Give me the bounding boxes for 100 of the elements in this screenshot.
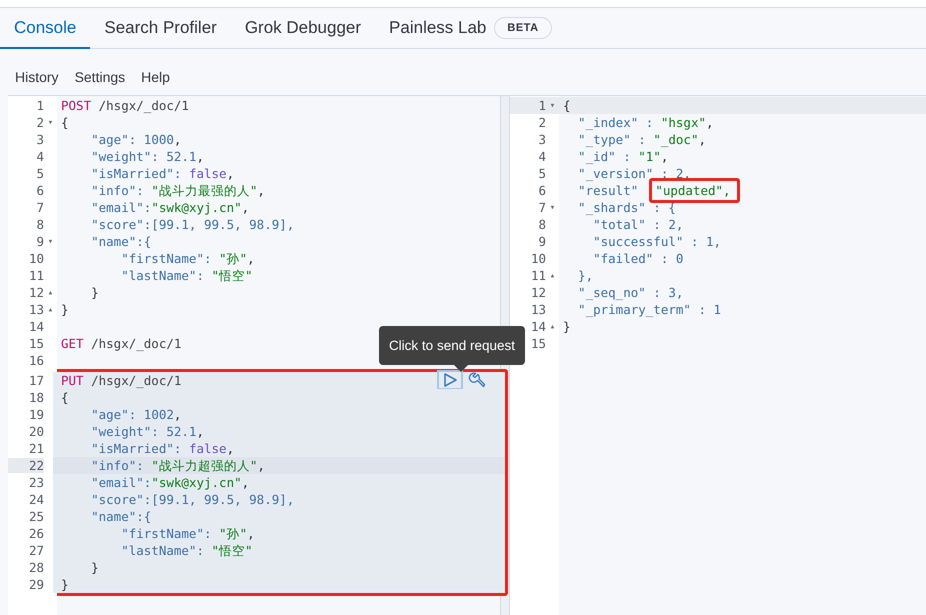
line-number: 5 — [537, 166, 546, 181]
code-line: { — [563, 97, 571, 114]
wrench-icon — [468, 371, 486, 389]
code-line: "_type" : "_doc", — [577, 131, 706, 148]
menu-item[interactable]: History — [15, 69, 59, 95]
tab[interactable]: Painless Lab BETA — [375, 8, 566, 48]
code-line: "score":[99.1, 99.5, 98.9], — [90, 491, 294, 508]
line-number: 20 — [28, 424, 44, 439]
tab[interactable]: Search Profiler — [90, 8, 231, 48]
line-number: 9 — [537, 234, 546, 249]
tab[interactable]: Console — [0, 8, 90, 48]
code-line: "isMarried": false, — [90, 165, 234, 182]
line-number: 11 — [28, 268, 44, 283]
line-number: 9 — [35, 234, 44, 249]
code-line: "name":{ — [90, 233, 152, 250]
line-number: 1 — [35, 98, 44, 113]
code-line: "weight": 52.1, — [90, 423, 204, 440]
code-line: "weight": 52.1, — [90, 148, 204, 165]
menu-item[interactable]: Settings — [74, 69, 126, 95]
line-number: 14 — [530, 319, 546, 334]
code-line: "isMarried": false, — [90, 440, 234, 457]
code-line: GET /hsgx/_doc/1 — [61, 335, 182, 352]
code-line: { — [61, 389, 69, 406]
code-line: "email":"swk@xyj.cn", — [90, 199, 250, 216]
line-number: 10 — [530, 251, 546, 266]
line-number: 13 — [530, 302, 546, 317]
line-number: 28 — [28, 560, 44, 575]
menu-item[interactable]: Help — [141, 69, 170, 95]
line-number: 16 — [28, 353, 44, 368]
code-line: "lastName": "悟空" — [120, 542, 253, 559]
code-line: "age": 1002, — [90, 406, 182, 423]
line-number: 12 — [28, 285, 44, 300]
line-number: 12 — [530, 285, 546, 300]
line-number: 17 — [28, 373, 44, 388]
fold-toggle[interactable]: ▾ — [550, 100, 556, 110]
code-line: "successful" : 1, — [592, 233, 722, 250]
line-number: 23 — [28, 475, 44, 490]
line-number: 6 — [35, 183, 44, 198]
line-number: 21 — [28, 441, 44, 456]
code-line: "_id" : "1", — [577, 148, 668, 165]
code-line: "firstName": "孙", — [120, 250, 255, 267]
code-line: "_primary_term" : 1 — [577, 301, 722, 318]
code-line: { — [61, 114, 69, 131]
line-number: 4 — [537, 149, 546, 164]
play-icon — [442, 372, 458, 388]
line-number: 27 — [28, 543, 44, 558]
line-number: 3 — [537, 132, 546, 147]
line-number: 7 — [537, 200, 546, 215]
beta-badge: BETA — [494, 16, 552, 38]
code-line: PUT /hsgx/_doc/1 — [61, 372, 182, 389]
line-number: 25 — [28, 509, 44, 524]
code-line: "score":[99.1, 99.5, 98.9], — [90, 216, 294, 233]
code-line: }, — [577, 267, 594, 284]
code-line: POST /hsgx/_doc/1 — [61, 97, 189, 114]
code-line: "_seq_no" : 3, — [577, 284, 684, 301]
fold-toggle[interactable]: ▴ — [48, 304, 54, 314]
line-number: 4 — [35, 149, 44, 164]
code-line: "name":{ — [90, 508, 152, 525]
line-number: 7 — [35, 200, 44, 215]
fold-toggle[interactable]: ▴ — [550, 322, 556, 332]
tab[interactable]: Grok Debugger — [230, 8, 376, 48]
code-line: "email":"swk@xyj.cn", — [90, 474, 250, 491]
fold-toggle[interactable]: ▴ — [48, 288, 54, 298]
tooltip-arrow — [454, 365, 468, 372]
code-line: "firstName": "孙", — [120, 525, 255, 542]
line-number: 24 — [28, 492, 44, 507]
code-line: "info": "战斗力最强的人", — [90, 182, 265, 199]
code-line: } — [61, 301, 69, 318]
line-number: 8 — [35, 217, 44, 232]
line-number: 29 — [28, 577, 44, 592]
fold-toggle[interactable]: ▾ — [48, 236, 54, 246]
tooltip: Click to send request — [378, 326, 525, 365]
line-number: 14 — [28, 319, 44, 334]
line-number: 11 — [530, 268, 546, 283]
line-number: 3 — [35, 132, 44, 147]
line-number: 5 — [35, 166, 44, 181]
fold-toggle[interactable]: ▾ — [48, 118, 54, 128]
code-line: "_shards" : { — [577, 199, 676, 216]
line-number: 6 — [537, 183, 546, 198]
fold-toggle[interactable]: ▴ — [550, 270, 556, 280]
line-number: 2 — [537, 115, 546, 130]
line-number: 22 — [8, 458, 44, 473]
line-number: 13 — [28, 302, 44, 317]
code-line: } — [61, 576, 69, 593]
line-number: 8 — [537, 217, 546, 232]
line-number: 18 — [28, 390, 44, 405]
code-line: } — [90, 284, 99, 301]
line-number: 26 — [28, 526, 44, 541]
line-number: 15 — [28, 336, 44, 351]
code-line: "_index" : "hsgx", — [577, 114, 714, 131]
code-line: "lastName": "悟空" — [120, 267, 253, 284]
fold-toggle[interactable]: ▾ — [550, 202, 556, 212]
line-number: 10 — [28, 251, 44, 266]
line-number: 19 — [28, 407, 44, 422]
code-line: "failed" : 0 — [592, 250, 684, 267]
code-line: } — [90, 559, 99, 576]
code-line: "total" : 2, — [592, 216, 684, 233]
code-line: "age": 1000, — [90, 131, 182, 148]
line-number: 2 — [35, 115, 44, 130]
code-line: "info": "战斗力超强的人", — [90, 457, 265, 474]
